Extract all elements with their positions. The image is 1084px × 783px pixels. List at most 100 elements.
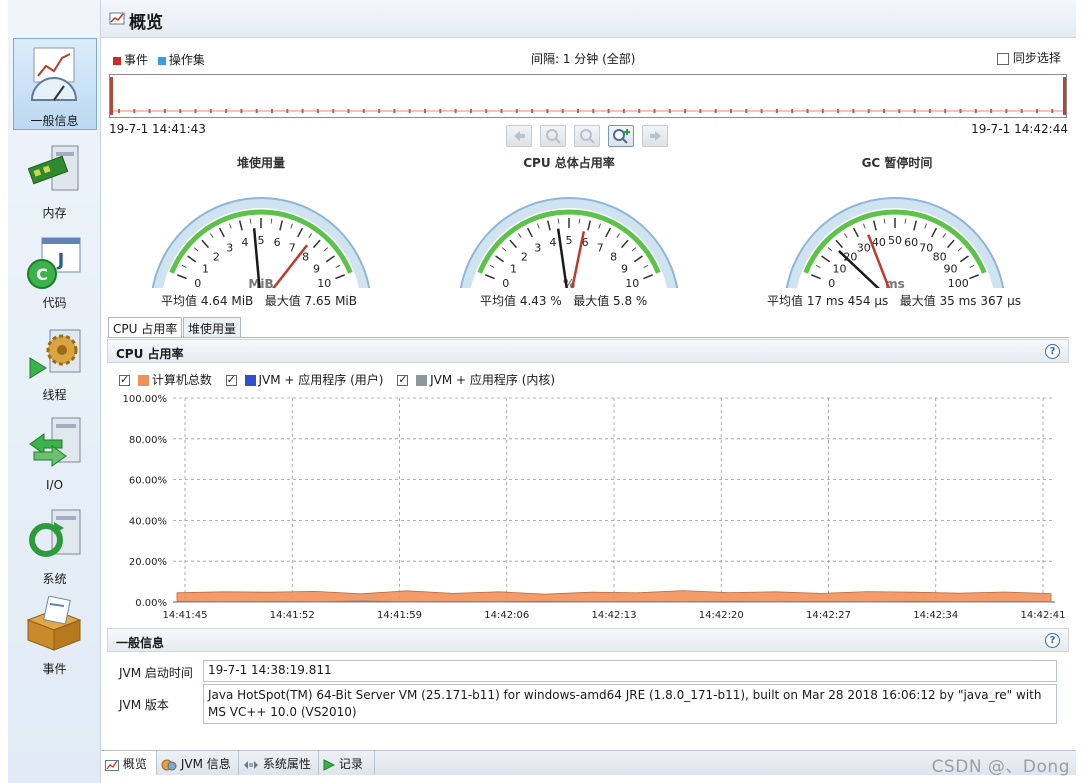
timeline-tick — [837, 109, 840, 113]
cpu-usage-gauge: 0123 4 5 6 78910% — [459, 197, 679, 288]
cpu-usage-chart: 0.00% 20.00% 40.00% 60.00% 80.00% 100.00% 14:4… — [123, 394, 1066, 621]
tab-cpu-usage[interactable]: CPU 占用率 — [108, 317, 183, 338]
sidebar-item-threads[interactable]: 线程 — [8, 324, 101, 416]
gauge-tick-label: 8 — [610, 251, 617, 264]
tab-jvm-info[interactable]: JVM 信息 — [157, 751, 239, 775]
zoom-in-button[interactable] — [540, 125, 566, 147]
timeline-tick — [133, 109, 136, 113]
gauge-tick-label: 2 — [213, 251, 220, 264]
timeline-tick — [928, 109, 931, 113]
timeline-tick — [653, 109, 656, 113]
sidebar-item-general-info[interactable]: 一般信息 — [8, 0, 101, 130]
tab-system-properties-label: 系统属性 — [262, 757, 311, 771]
gauge-tick-label: 7 — [597, 242, 604, 255]
sync-select-checkbox[interactable]: 同步选择 — [997, 49, 1061, 66]
zoom-all-icon — [613, 129, 630, 144]
timeline-tick — [393, 109, 396, 113]
interval-label: 间隔: 1 分钟 (全部) — [531, 52, 636, 66]
sidebar-item-memory[interactable]: 内存 — [8, 140, 101, 232]
properties-icon — [244, 760, 258, 769]
sidebar-item-code[interactable]: J C 代码 — [8, 232, 101, 324]
timeline-tick — [760, 109, 763, 113]
heap-avg: 平均值 4.64 MiB — [161, 294, 254, 308]
gauge-tick-label: 0 — [502, 277, 509, 288]
help-icon[interactable]: ? — [1045, 344, 1060, 359]
timeline-tick — [424, 109, 426, 113]
svg-text:J: J — [56, 250, 65, 271]
event-legend-swatch — [113, 56, 121, 65]
timeline-tick — [775, 109, 778, 113]
gauge-tick-label: 0 — [194, 277, 201, 288]
timeline-tick — [531, 109, 534, 113]
gauge-tick-label: 9 — [621, 263, 628, 276]
legend-opset-label: 操作集 — [168, 53, 205, 67]
gc-pause-gauge: 0102030 40 50 60 708090100ms — [785, 197, 1005, 288]
series-area-0 — [176, 590, 1052, 603]
timeline-tick — [791, 109, 794, 113]
gauge-tick-label: 4 — [241, 236, 248, 249]
legend-checkbox-user[interactable] — [225, 373, 237, 386]
timeline-tick — [255, 109, 258, 113]
cpu-section-title: CPU 占用率 — [116, 347, 184, 361]
x-tick-label: 14:42:27 — [806, 610, 851, 621]
zoom-out-icon — [580, 129, 595, 144]
x-tick-label: 14:41:52 — [270, 610, 315, 621]
gauge-minor-tick — [883, 218, 886, 224]
tab-system-properties[interactable]: 系统属性 — [239, 751, 319, 775]
heap-max: 最大值 7.65 MiB — [264, 294, 358, 308]
x-tick-label: 14:41:59 — [377, 610, 422, 621]
gauge-tick-label: 8 — [302, 251, 309, 264]
arrow-right-icon — [650, 131, 661, 141]
gauge-tick-label: 6 — [274, 236, 281, 249]
zoom-in-icon — [546, 129, 561, 144]
jvm-start-label: JVM 启动时间 — [119, 666, 193, 680]
timeline-tick — [240, 109, 243, 113]
zoom-all-button[interactable] — [608, 125, 634, 147]
timeline-tick — [668, 109, 671, 113]
gauge-minor-tick — [557, 218, 560, 224]
overview-panel: 事件 操作集 间隔: 1 分钟 (全部) 同步选择 19-7-1 14:41:4… — [101, 38, 1076, 750]
timeline-tick — [1005, 109, 1008, 113]
opset-legend-swatch — [157, 56, 166, 65]
gauge-tick-label: 9 — [313, 263, 320, 276]
timeline-tick — [622, 109, 625, 113]
cpu-chart-legend: 计算机总数 JVM + 应用程序 (用户) JVM + 应用程序 (内核) — [119, 371, 555, 388]
timeline-strip[interactable] — [109, 74, 1067, 118]
legend-checkbox-total[interactable] — [119, 373, 130, 386]
gc-max: 最大值 35 ms 367 μs — [899, 294, 1021, 308]
sidebar-item-label: 一般信息 — [30, 114, 79, 128]
tab-overview[interactable]: 概览 — [101, 751, 157, 775]
tab-recording[interactable]: 记录 — [319, 751, 375, 775]
svg-text:C: C — [36, 265, 48, 284]
tab-heap-usage[interactable]: 堆使用量 — [183, 317, 242, 337]
timeline-tick — [806, 109, 809, 113]
gauge-tick-label: 30 — [857, 242, 871, 255]
sidebar-item-label: 事件 — [42, 662, 67, 676]
overview-icon — [109, 12, 125, 25]
scroll-right-button[interactable] — [642, 125, 668, 147]
timeline-tick — [974, 109, 977, 113]
general-info-title: 一般信息 — [116, 636, 165, 650]
sidebar-item-system[interactable]: 系统 — [8, 506, 101, 598]
gauge-tick-label: 7 — [289, 242, 296, 255]
zoom-out-button[interactable] — [574, 125, 600, 147]
sidebar-item-label: 代码 — [42, 296, 67, 310]
timeline-tick — [118, 109, 120, 113]
heap-stats: 平均值 4.64 MiB 最大值 7.65 MiB — [161, 292, 357, 309]
sidebar-item-io[interactable]: I/O — [8, 414, 101, 506]
scroll-left-button[interactable] — [506, 125, 532, 147]
timeline-tick — [485, 109, 488, 113]
kernel-legend-swatch — [416, 375, 428, 386]
gauge-tick-label: 10 — [317, 277, 331, 288]
help-icon[interactable]: ? — [1045, 633, 1060, 648]
sidebar-item-events[interactable]: 事件 — [8, 596, 101, 688]
timeline-tick — [592, 109, 595, 113]
arrow-left-icon — [514, 131, 525, 141]
gauge-title-heap: 堆使用量 — [236, 156, 285, 170]
legend-checkbox-kernel[interactable] — [397, 373, 409, 386]
cpu-stats: 平均值 4.43 % 最大值 5.8 % — [480, 292, 647, 309]
sidebar-item-label: 系统 — [42, 572, 67, 586]
timeline-tick — [148, 109, 151, 113]
x-tick-label: 14:42:06 — [484, 610, 529, 621]
sync-checkbox-box[interactable] — [997, 52, 1009, 65]
